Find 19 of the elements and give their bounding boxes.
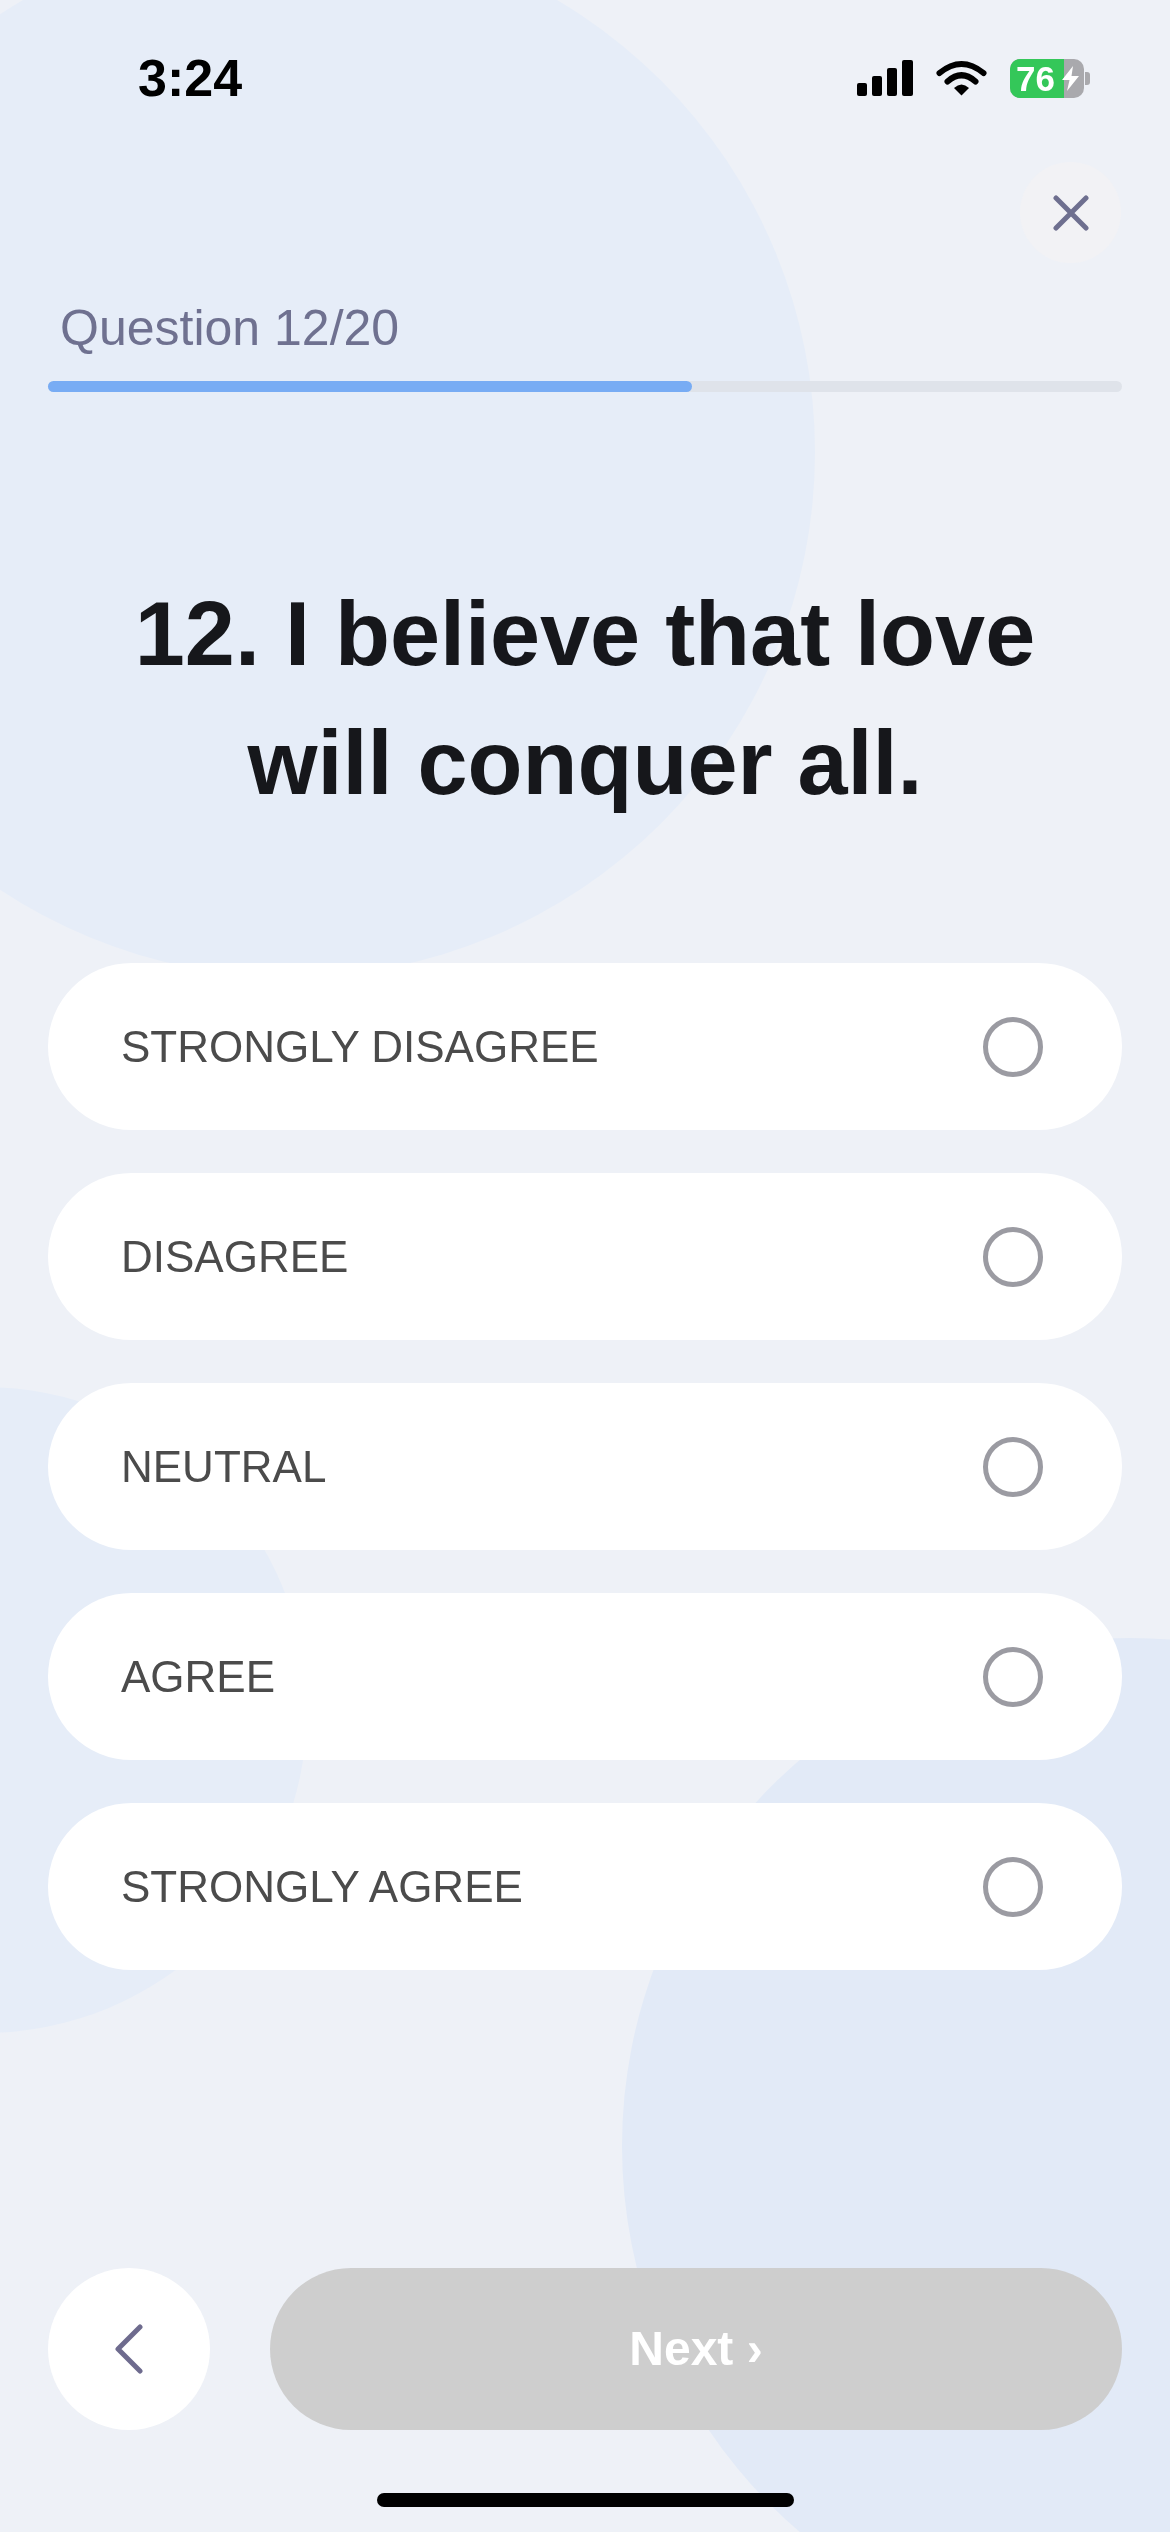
- answer-option[interactable]: AGREE: [48, 1593, 1122, 1760]
- radio-button[interactable]: [983, 1226, 1043, 1287]
- signal-icon: [857, 60, 913, 96]
- answer-option[interactable]: NEUTRAL: [48, 1383, 1122, 1550]
- radio-button[interactable]: [983, 1856, 1043, 1917]
- status-time: 3:24: [138, 52, 243, 104]
- radio-button[interactable]: [983, 1016, 1043, 1077]
- answer-option[interactable]: STRONGLY DISAGREE: [48, 963, 1122, 1130]
- close-icon: [1052, 194, 1089, 231]
- answer-option[interactable]: DISAGREE: [48, 1173, 1122, 1340]
- radio-button[interactable]: [983, 1646, 1043, 1707]
- question-counter: Question 12/20: [60, 303, 400, 353]
- radio-button[interactable]: [983, 1436, 1043, 1497]
- wifi-icon: [936, 60, 987, 96]
- question-text: 12. I believe that love will conquer all.: [133, 583, 1037, 815]
- bolt-icon: [1060, 65, 1081, 91]
- answer-option[interactable]: STRONGLY AGREE: [48, 1803, 1122, 1970]
- chevron-left-icon: [115, 2324, 143, 2374]
- battery-level: 76: [1016, 58, 1055, 98]
